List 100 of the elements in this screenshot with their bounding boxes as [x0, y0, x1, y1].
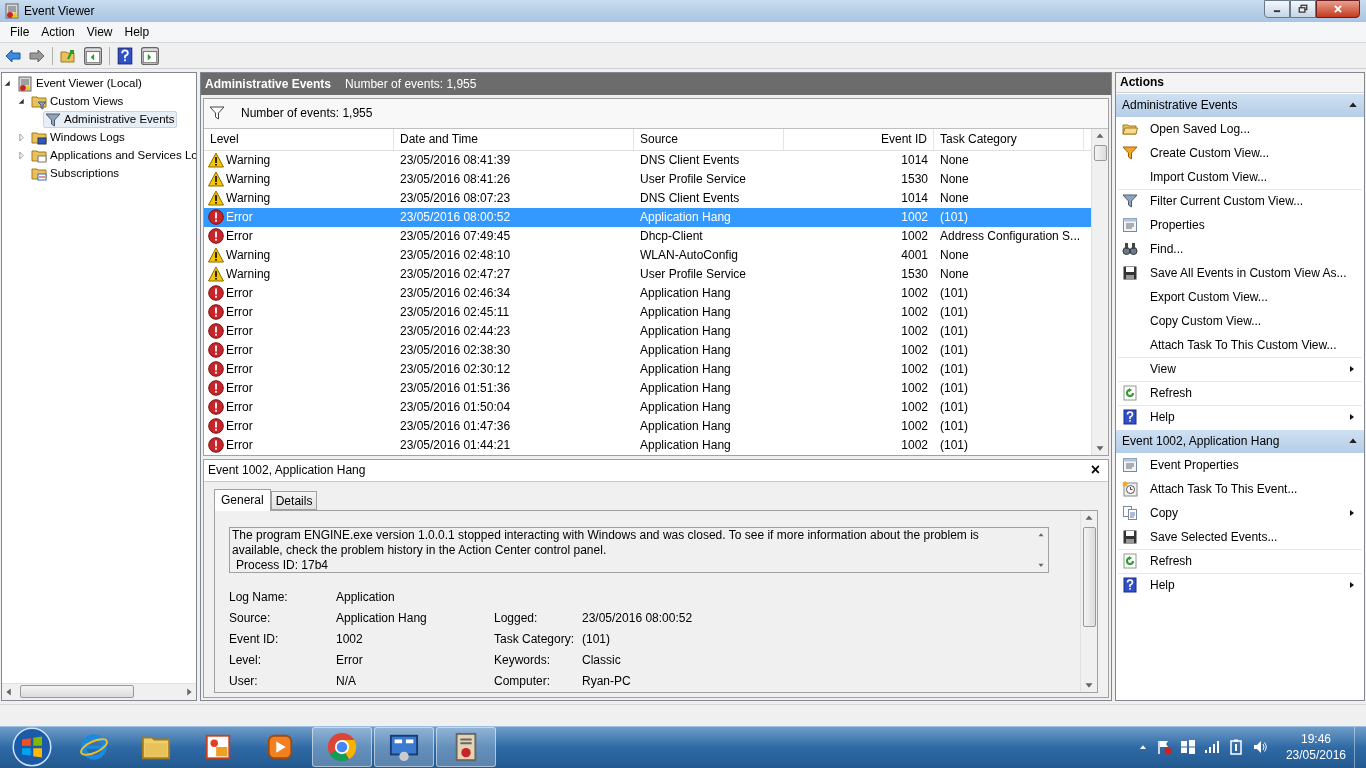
tab[interactable]: Details: [270, 490, 318, 510]
folder-monitor-icon: [31, 129, 47, 146]
command-link[interactable]: Event Properties: [1118, 452, 1362, 477]
event-row[interactable]: Error 23/05/2016 01:51:36 Application Hang 1002 (101): [204, 378, 1091, 398]
field-label: Logged:: [494, 610, 539, 628]
pane-toggle-icon[interactable]: [140, 46, 160, 65]
restore-button[interactable]: [1290, 0, 1316, 18]
column-header[interactable]: Task Category: [934, 128, 1084, 150]
command-link[interactable]: Help: [1118, 404, 1362, 429]
tree-item[interactable]: Subscriptions: [29, 165, 122, 183]
collapse-triangle-icon[interactable]: [17, 97, 26, 107]
command-link[interactable]: Help: [1118, 572, 1362, 597]
command-link[interactable]: Save All Events in Custom View As...: [1118, 260, 1362, 285]
back-arrow-icon[interactable]: [4, 47, 22, 64]
event-row[interactable]: Warning 23/05/2016 08:07:23 DNS Client Events 1014 None: [204, 188, 1091, 208]
tree-item[interactable]: Event Viewer (Local): [15, 75, 144, 93]
command-link[interactable]: Refresh: [1118, 548, 1362, 573]
command-link[interactable]: Filter Current Custom View...: [1118, 188, 1362, 213]
table-cell: 23/05/2016 02:45:11: [400, 305, 510, 320]
field-label: Level:: [229, 652, 263, 670]
column-header[interactable]: Event ID: [784, 128, 934, 150]
command-link[interactable]: Properties: [1118, 212, 1362, 237]
section-header[interactable]: Event 1002, Application Hang: [1116, 429, 1364, 453]
field-label: Log Name:: [229, 589, 289, 607]
start-orb-icon[interactable]: [12, 727, 52, 768]
command-link[interactable]: Import Custom View...: [1118, 164, 1362, 189]
column-header[interactable]: Date and Time: [394, 128, 634, 150]
taskbar-button[interactable]: [374, 727, 434, 768]
event-row[interactable]: Error 23/05/2016 01:50:04 Application Hang 1002 (101): [204, 397, 1091, 417]
column-header[interactable]: Level: [204, 128, 394, 150]
menu-item[interactable]: Action: [35, 23, 81, 41]
refresh-icon: [1122, 385, 1138, 402]
vertical-scrollbar[interactable]: [1091, 128, 1108, 455]
command-link[interactable]: Export Custom View...: [1118, 284, 1362, 309]
battery-plug-icon[interactable]: [1227, 739, 1244, 756]
table-cell: Dhcp-Client: [640, 229, 703, 244]
event-row[interactable]: Error 23/05/2016 02:46:34 Application Hang 1002 (101): [204, 283, 1091, 303]
event-row[interactable]: Warning 23/05/2016 02:47:27 User Profile Service 1530 None: [204, 264, 1091, 284]
forward-arrow-icon[interactable]: [28, 47, 46, 64]
help-icon[interactable]: [116, 46, 134, 65]
table-cell: 1014: [901, 191, 928, 206]
scrollbar-thumb[interactable]: [20, 685, 134, 699]
event-row[interactable]: Error 23/05/2016 01:44:21 Application Hang 1002 (101): [204, 435, 1091, 455]
vertical-scrollbar[interactable]: [1080, 510, 1097, 692]
flag-alert-icon[interactable]: [1155, 739, 1172, 756]
event-row[interactable]: Error 23/05/2016 01:47:36 Application Hang 1002 (101): [204, 416, 1091, 436]
field-label: Computer:: [494, 673, 552, 691]
close-button[interactable]: ×: [1086, 462, 1104, 479]
command-link[interactable]: Find...: [1118, 236, 1362, 261]
event-row[interactable]: Error 23/05/2016 02:45:11 Application Hang 1002 (101): [204, 302, 1091, 322]
event-row[interactable]: Warning 23/05/2016 08:41:26 User Profile Service 1530 None: [204, 169, 1091, 189]
minimize-button[interactable]: [1264, 0, 1290, 18]
tree-item[interactable]: Custom Views: [29, 93, 126, 111]
table-cell: 1002: [901, 438, 928, 453]
command-link[interactable]: Copy Custom View...: [1118, 308, 1362, 333]
event-row[interactable]: Error 23/05/2016 02:44:23 Application Hang 1002 (101): [204, 321, 1091, 341]
tree-item[interactable]: Windows Logs: [29, 129, 127, 147]
event-row[interactable]: Error 23/05/2016 02:38:30 Application Hang 1002 (101): [204, 340, 1091, 360]
menu-item[interactable]: File: [4, 23, 36, 41]
command-link[interactable]: Attach Task To This Event...: [1118, 476, 1362, 501]
menu-item[interactable]: View: [80, 23, 119, 41]
table-cell: (101): [940, 381, 968, 396]
field-value: (101): [582, 631, 611, 649]
clock[interactable]: 19:46 23/05/2016: [1285, 731, 1346, 764]
scrollbar-thumb[interactable]: [1093, 144, 1107, 161]
windows-logo-icon[interactable]: [1179, 739, 1196, 756]
collapse-triangle-icon[interactable]: [3, 79, 12, 89]
taskbar-button[interactable]: [312, 727, 372, 768]
control-panel-icon: [389, 732, 419, 763]
horizontal-scrollbar[interactable]: [2, 682, 196, 700]
event-row[interactable]: Error 23/05/2016 07:49:45 Dhcp-Client 1002 Address Configuration S...: [204, 226, 1091, 246]
table-cell: 23/05/2016 01:51:36: [400, 381, 511, 396]
folder-up-icon[interactable]: [59, 47, 77, 64]
table-cell: Application Hang: [640, 362, 731, 377]
command-link[interactable]: View: [1118, 356, 1362, 381]
scrollbar-thumb[interactable]: [1082, 526, 1096, 627]
table-cell: Application Hang: [640, 343, 731, 358]
tree-item[interactable]: Administrative Events: [43, 111, 177, 129]
menu-item[interactable]: Help: [118, 23, 156, 41]
filter-count: Number of events: 1,955: [241, 105, 373, 123]
event-row[interactable]: Warning 23/05/2016 02:48:10 WLAN-AutoConfig 4001 None: [204, 245, 1091, 265]
command-link[interactable]: Open Saved Log...: [1118, 116, 1362, 141]
taskbar-button[interactable]: [436, 727, 496, 768]
event-row[interactable]: Error 23/05/2016 02:30:12 Application Hang 1002 (101): [204, 359, 1091, 379]
command-link[interactable]: Refresh: [1118, 380, 1362, 405]
event-row[interactable]: Warning 23/05/2016 08:41:39 DNS Client Events 1014 None: [204, 150, 1091, 170]
pane-toggle-icon[interactable]: [83, 46, 103, 65]
command-link[interactable]: Attach Task To This Custom View...: [1118, 332, 1362, 357]
tab[interactable]: General: [214, 488, 271, 511]
command-link[interactable]: Create Custom View...: [1118, 140, 1362, 165]
signal-bars-icon[interactable]: [1203, 739, 1220, 756]
field-value: Application: [336, 589, 396, 607]
event-log-icon: [4, 2, 20, 19]
command-link[interactable]: Copy: [1118, 500, 1362, 525]
close-button[interactable]: [1316, 0, 1360, 18]
column-header[interactable]: Source: [634, 128, 784, 150]
window-icon: [1122, 456, 1138, 473]
section-header[interactable]: Administrative Events: [1116, 93, 1364, 117]
command-link[interactable]: Save Selected Events...: [1118, 524, 1362, 549]
funnel-icon: [1122, 144, 1138, 161]
